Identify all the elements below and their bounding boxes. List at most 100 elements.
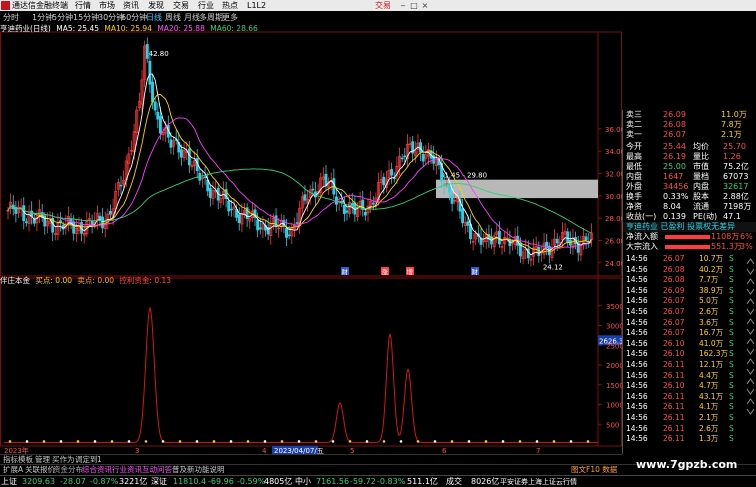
sh-value: 3209.63 — [22, 477, 56, 486]
scroll-down-icon[interactable] — [746, 348, 755, 355]
scroll-down-icon[interactable] — [746, 288, 755, 295]
period-1min[interactable]: 1分钟 — [32, 11, 53, 24]
ask-row[interactable]: 卖二 26.08 7.8万 — [623, 120, 743, 130]
link-news[interactable]: 综合资讯 — [82, 465, 112, 475]
link-fund[interactable]: 资金分布 — [53, 465, 83, 475]
link-qa[interactable]: 互动问答 — [142, 465, 172, 475]
period-multi[interactable]: 多周期 — [199, 11, 223, 24]
ask-row[interactable]: 卖三 26.09 11.0万 — [623, 110, 747, 120]
baseline-dot — [161, 440, 165, 443]
scroll-up-icon[interactable] — [746, 358, 755, 365]
tick-row: 14:56 26.08 7.7万 S — [623, 275, 751, 286]
field-label-2: 量档 — [693, 172, 709, 181]
tick-time: 14:56 — [626, 254, 648, 263]
quote-field-row: 净资 8.04 流通 7198万 — [623, 202, 756, 212]
scroll-down-icon[interactable] — [746, 368, 755, 375]
zx-amount: 511.1亿 — [407, 477, 438, 486]
zx-label[interactable]: 中小 — [295, 476, 311, 487]
menu-item-hot[interactable]: 热点 — [222, 0, 238, 11]
field-value-2: 2.88亿 — [723, 192, 749, 201]
kline-chart[interactable]: 42.8031.45 - 29.8024.122626.31财涨增财 36.00… — [0, 24, 622, 454]
scroll-down-icon[interactable] — [746, 328, 755, 335]
x-axis-label: 2023/04/07/五 — [274, 447, 324, 454]
scroll-down-icon[interactable] — [746, 308, 755, 315]
period-monthly[interactable]: 月线 — [184, 11, 200, 24]
period-weekly[interactable]: 周线 — [165, 11, 181, 24]
scroll-up-icon[interactable] — [746, 318, 755, 325]
scroll-down-icon[interactable] — [746, 408, 755, 415]
tick-row: 14:56 26.07 5.0万 S — [623, 296, 751, 307]
menu-item-market[interactable]: 市场 — [99, 0, 115, 11]
period-daily[interactable]: 日线 — [146, 11, 162, 24]
tick-price: 26.07 — [663, 317, 685, 327]
menu-item-trade[interactable]: 交易 — [173, 0, 189, 11]
tick-row: 14:56 26.10 4.7万 S — [623, 381, 751, 392]
period-60min[interactable]: 60分钟 — [121, 11, 147, 24]
flow-pct: 6% — [740, 232, 753, 241]
menu-item-hq[interactable]: 行情 — [75, 0, 91, 11]
scroll-up-icon[interactable] — [746, 398, 755, 405]
tick-row: 14:56 26.11 2.6万 S — [623, 424, 751, 435]
period-15min[interactable]: 15分钟 — [73, 11, 99, 24]
field-value: 26.19 — [663, 152, 686, 161]
minimize-icon[interactable]: ‒ — [398, 1, 408, 10]
tick-price: 26.10 — [663, 349, 685, 359]
tick-price: 26.07 — [663, 307, 685, 316]
period-more[interactable]: 更多 — [222, 11, 238, 24]
scroll-down-icon[interactable] — [746, 268, 755, 275]
candle-body — [187, 148, 191, 166]
baseline-dot — [450, 440, 454, 443]
baseline-dot — [569, 440, 573, 443]
link-new-feature[interactable]: 普及新功能说明 — [172, 465, 225, 475]
main-info-bar: 亨迪药业(日线) MA5: 25.45 MA10: 25.94 MA20: 25… — [0, 24, 622, 34]
tick-row: 14:56 26.09 38.9万 S — [623, 286, 751, 297]
scroll-up-icon[interactable] — [746, 378, 755, 385]
scroll-up-icon[interactable] — [746, 278, 755, 285]
link-f10[interactable]: 图文F10 数据 — [571, 465, 617, 475]
ask-price: 26.08 — [663, 120, 686, 129]
period-5min[interactable]: 5分钟 — [52, 11, 73, 24]
menu-item-news[interactable]: 资讯 — [123, 0, 139, 11]
panel-scroll-arrows[interactable] — [745, 256, 756, 416]
quote-field-row: 最低 25.00 市值 75.2亿 — [623, 162, 756, 172]
sh-label[interactable]: 上证 — [1, 476, 17, 487]
close-icon[interactable]: × — [420, 1, 430, 10]
baseline-dot — [263, 440, 267, 443]
flow-label: 净流入额 — [626, 232, 658, 241]
indicator-line — [4, 306, 598, 443]
scroll-up-icon[interactable] — [746, 258, 755, 265]
field-label-2: PE(动) — [693, 212, 718, 221]
link-industry-news[interactable]: 行业资讯 — [112, 465, 142, 475]
axis-labels: 36.0034.0032.0030.0028.0026.0024.0035003… — [4, 126, 622, 454]
tick-side: S — [729, 307, 734, 316]
field-label-2: 流通 — [693, 202, 709, 211]
x-axis-label: 2023年 — [4, 446, 29, 454]
trade-link[interactable]: 交易 — [375, 0, 391, 11]
sz-label[interactable]: 深证 — [151, 476, 167, 487]
maximize-icon[interactable]: □ — [409, 1, 419, 10]
candle-body — [497, 230, 501, 245]
tags-text: 亨迪药业 已盈利 投票权无差异 — [626, 222, 736, 231]
ask-vol: 2.1万 — [721, 130, 742, 139]
baseline-dot — [110, 440, 114, 443]
candle-body — [227, 201, 231, 212]
broker-name[interactable]: 平安证券上海上证云行情 — [500, 476, 577, 487]
price-axis-label: 32.00 — [605, 171, 622, 179]
period-intraday[interactable]: 分时 — [3, 11, 19, 24]
field-label-2: 股本 — [693, 192, 709, 201]
ask-row[interactable]: 卖一 26.07 2.1万 — [623, 130, 743, 140]
link-ext[interactable]: 扩展A — [3, 465, 23, 475]
link-related[interactable]: 关联报价 — [25, 465, 55, 475]
scroll-up-icon[interactable] — [746, 338, 755, 345]
scroll-down-icon[interactable] — [746, 388, 755, 395]
menu-item-discover[interactable]: 发现 — [148, 0, 164, 11]
flow-row: 大宗流入 551.3万 3% — [623, 242, 756, 252]
scroll-up-icon[interactable] — [746, 298, 755, 305]
menu-item-industry[interactable]: 行业 — [198, 0, 214, 11]
indicator-name[interactable]: 伴庄本金 — [0, 276, 30, 285]
candle-body — [237, 214, 241, 224]
candle-body — [109, 210, 112, 215]
menu-item-l1l2[interactable]: L1L2 — [247, 0, 266, 11]
candle-body — [461, 208, 465, 224]
candle-body — [363, 211, 367, 216]
